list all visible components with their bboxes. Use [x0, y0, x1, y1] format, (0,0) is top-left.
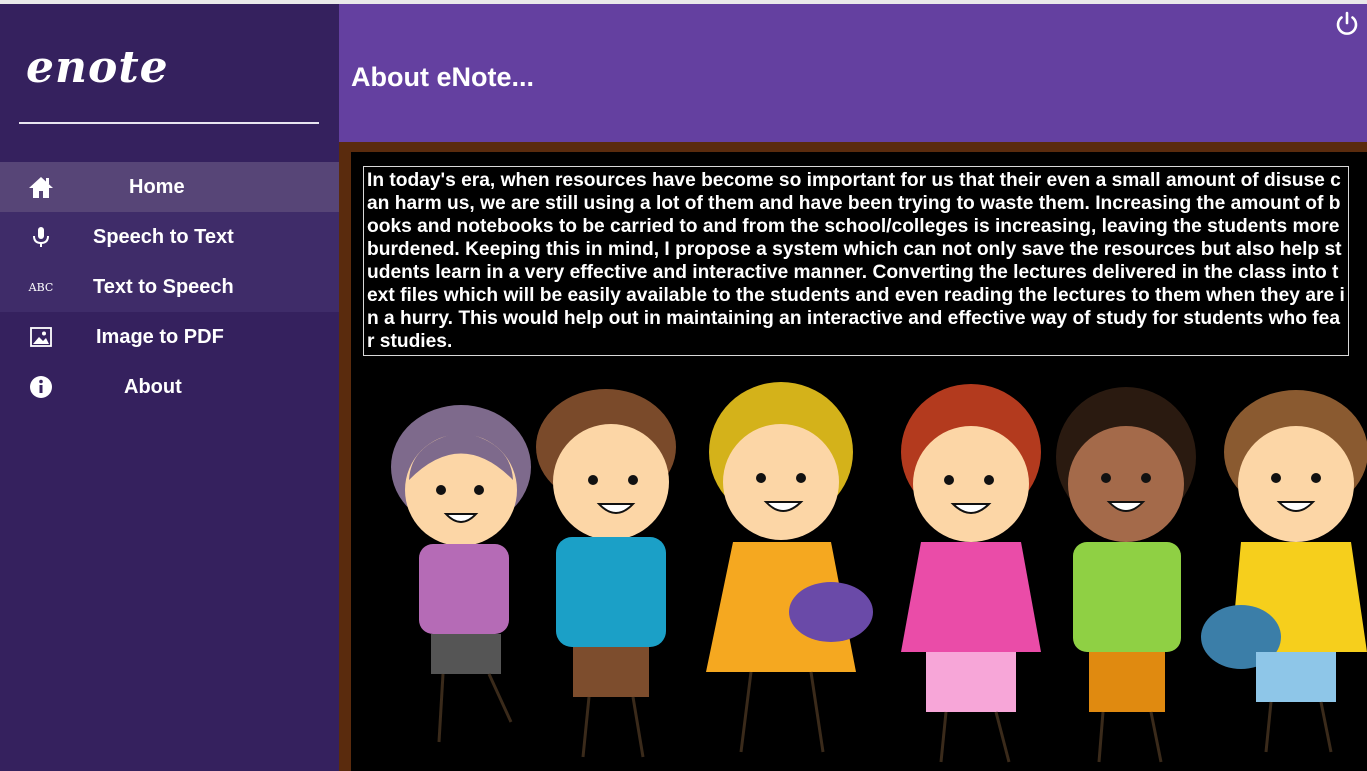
sidebar-item-about[interactable]: About [0, 362, 339, 412]
children-illustration [391, 382, 1367, 763]
app-logo: enote [26, 42, 169, 93]
image-icon [28, 324, 54, 350]
sidebar-item-home[interactable]: Home [0, 162, 339, 212]
child-figure [391, 405, 531, 743]
logo-divider [19, 122, 319, 124]
microphone-icon [28, 224, 54, 250]
sidebar-item-image-to-pdf[interactable]: Image to PDF [0, 312, 339, 362]
abc-icon: ABC [28, 280, 54, 294]
sidebar-nav: Home Speech to Text ABC Text to Speech I… [0, 162, 339, 412]
sidebar-item-label: Speech to Text [93, 225, 234, 248]
child-figure [536, 389, 676, 758]
child-figure [901, 384, 1041, 763]
page-title: About eNote... [351, 62, 534, 92]
sidebar-item-speech-to-text[interactable]: Speech to Text [0, 212, 339, 262]
sidebar-item-label: Home [129, 175, 185, 198]
info-icon [28, 374, 54, 400]
child-figure [1201, 390, 1367, 753]
content-panel: In today's era, when resources have beco… [351, 152, 1367, 771]
child-figure [706, 382, 873, 753]
sidebar-item-label: Text to Speech [93, 275, 234, 298]
power-icon [1336, 11, 1358, 35]
child-figure [1056, 387, 1196, 763]
header: About eNote... [339, 4, 1367, 142]
home-icon [28, 174, 54, 200]
sidebar: enote Home Speech to Text ABC Text to Sp… [0, 4, 339, 771]
sidebar-item-label: Image to PDF [96, 325, 224, 348]
about-text: In today's era, when resources have beco… [363, 166, 1349, 356]
sidebar-item-label: About [124, 375, 182, 398]
sidebar-item-text-to-speech[interactable]: ABC Text to Speech [0, 262, 339, 312]
power-button[interactable] [1333, 10, 1361, 38]
content-frame: In today's era, when resources have beco… [339, 142, 1367, 771]
